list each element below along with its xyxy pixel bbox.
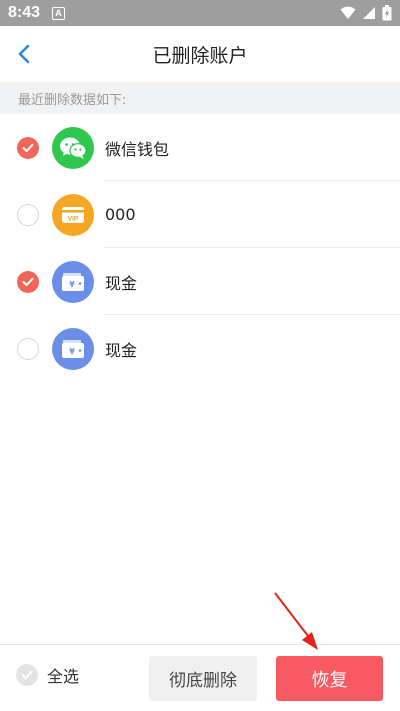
account-name: 微信钱包 [105, 139, 170, 159]
section-header: 最近删除数据如下: [0, 82, 400, 114]
select-all-check-icon [16, 664, 38, 686]
unchecked-circle-icon[interactable] [17, 203, 39, 226]
page-title: 已删除账户 [152, 44, 248, 67]
account-name: 现金 [105, 340, 138, 360]
back-button[interactable] [4, 34, 44, 74]
unchecked-circle-icon[interactable] [17, 337, 39, 360]
account-list: 微信钱包 VIP 000 ¥ 现金 ¥ 现金 [0, 114, 400, 382]
checked-icon[interactable] [17, 270, 39, 293]
chevron-left-icon [18, 44, 30, 64]
account-row[interactable]: 微信钱包 [0, 114, 400, 181]
delete-permanently-button[interactable]: 彻底删除 [149, 656, 257, 701]
notification-icon: A [52, 6, 66, 20]
svg-text:¥: ¥ [69, 280, 75, 289]
account-row[interactable]: ¥ 现金 [0, 315, 400, 382]
wifi-icon [340, 6, 356, 19]
select-all-toggle[interactable]: 全选 [16, 663, 79, 687]
svg-text:VIP: VIP [68, 215, 79, 222]
nav-bar: 已删除账户 [0, 26, 400, 82]
screen: 8:43 A 已删除账户 最近删除数据如下: 微信钱包 VIP 000 ¥ 现金… [0, 0, 400, 711]
select-all-label: 全选 [47, 667, 80, 686]
account-name: 000 [105, 205, 136, 224]
battery-charging-icon [382, 5, 392, 21]
signal-icon [363, 7, 375, 19]
restore-button[interactable]: 恢复 [276, 656, 383, 701]
checked-icon[interactable] [17, 136, 39, 159]
account-name: 现金 [105, 273, 138, 293]
status-time: 8:43 [8, 4, 41, 21]
account-row[interactable]: VIP 000 [0, 181, 400, 248]
vip-card-icon: VIP [52, 193, 94, 236]
account-row[interactable]: ¥ 现金 [0, 248, 400, 315]
status-bar: 8:43 A [0, 0, 400, 26]
cash-wallet-icon: ¥ [52, 260, 94, 303]
wechat-icon [52, 126, 94, 169]
status-icons [340, 5, 392, 21]
bottom-action-bar: 全选 彻底删除 恢复 [0, 644, 400, 711]
svg-text:¥: ¥ [69, 347, 75, 356]
cash-wallet-icon: ¥ [52, 327, 94, 370]
